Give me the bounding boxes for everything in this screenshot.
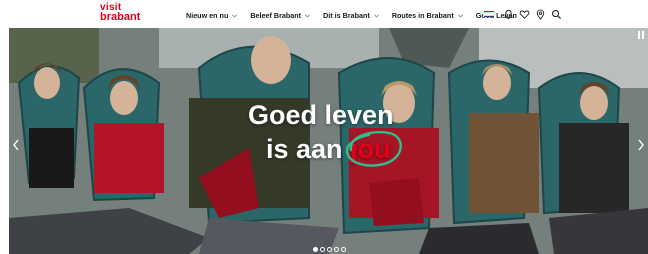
location-pin-icon[interactable] xyxy=(535,9,546,20)
hero-carousel[interactable]: Goed leven is aan jou xyxy=(9,28,648,254)
logo-line-2: brabant xyxy=(100,11,141,23)
carousel-dot[interactable] xyxy=(327,247,332,252)
nav-item-dit-is-brabant[interactable]: Dit is Brabant xyxy=(323,11,380,20)
pause-icon[interactable] xyxy=(636,30,646,40)
headline-line-1: Goed leven xyxy=(248,100,394,130)
chevron-down-icon xyxy=(232,14,238,17)
search-icon[interactable] xyxy=(551,9,562,20)
chevron-left-icon[interactable] xyxy=(11,138,21,152)
carousel-dot[interactable] xyxy=(313,247,318,252)
chevron-right-icon[interactable] xyxy=(636,138,646,152)
headline-line-2-text: is aan xyxy=(266,134,343,164)
netherlands-flag-icon[interactable] xyxy=(483,10,495,18)
chevron-down-icon xyxy=(373,14,379,17)
chevron-down-icon xyxy=(457,14,463,17)
nav-item-label: Routes in Brabant xyxy=(391,10,454,20)
carousel-dot[interactable] xyxy=(334,247,339,252)
main-menu: Nieuw en nu Beleef Brabant Dit is Braban… xyxy=(186,9,517,21)
top-navigation-bar: visit brabant Nieuw en nu Beleef Brabant… xyxy=(0,0,648,28)
visit-brabant-logo[interactable]: visit brabant xyxy=(100,3,140,25)
nav-item-nieuw-en-nu[interactable]: Nieuw en nu xyxy=(186,11,238,20)
headline-line-2: is aan jou xyxy=(248,131,448,167)
chevron-down-icon xyxy=(305,14,310,17)
nav-item-beleef-brabant[interactable]: Beleef Brabant xyxy=(250,11,311,20)
heart-icon[interactable] xyxy=(519,9,530,20)
bell-icon[interactable] xyxy=(503,9,514,20)
nav-item-label: Nieuw en nu xyxy=(186,10,229,20)
headline-highlight-word: jou xyxy=(350,134,391,164)
nav-item-routes-in-brabant[interactable]: Routes in Brabant xyxy=(392,11,464,20)
carousel-dot[interactable] xyxy=(341,247,346,252)
hero-headline: Goed leven is aan jou xyxy=(248,98,448,167)
nav-item-label: Dit is Brabant xyxy=(323,10,370,20)
nav-item-label: Beleef Brabant xyxy=(250,10,302,20)
utility-icons xyxy=(483,8,567,20)
carousel-dot[interactable] xyxy=(320,247,325,252)
carousel-pagination xyxy=(313,247,348,252)
